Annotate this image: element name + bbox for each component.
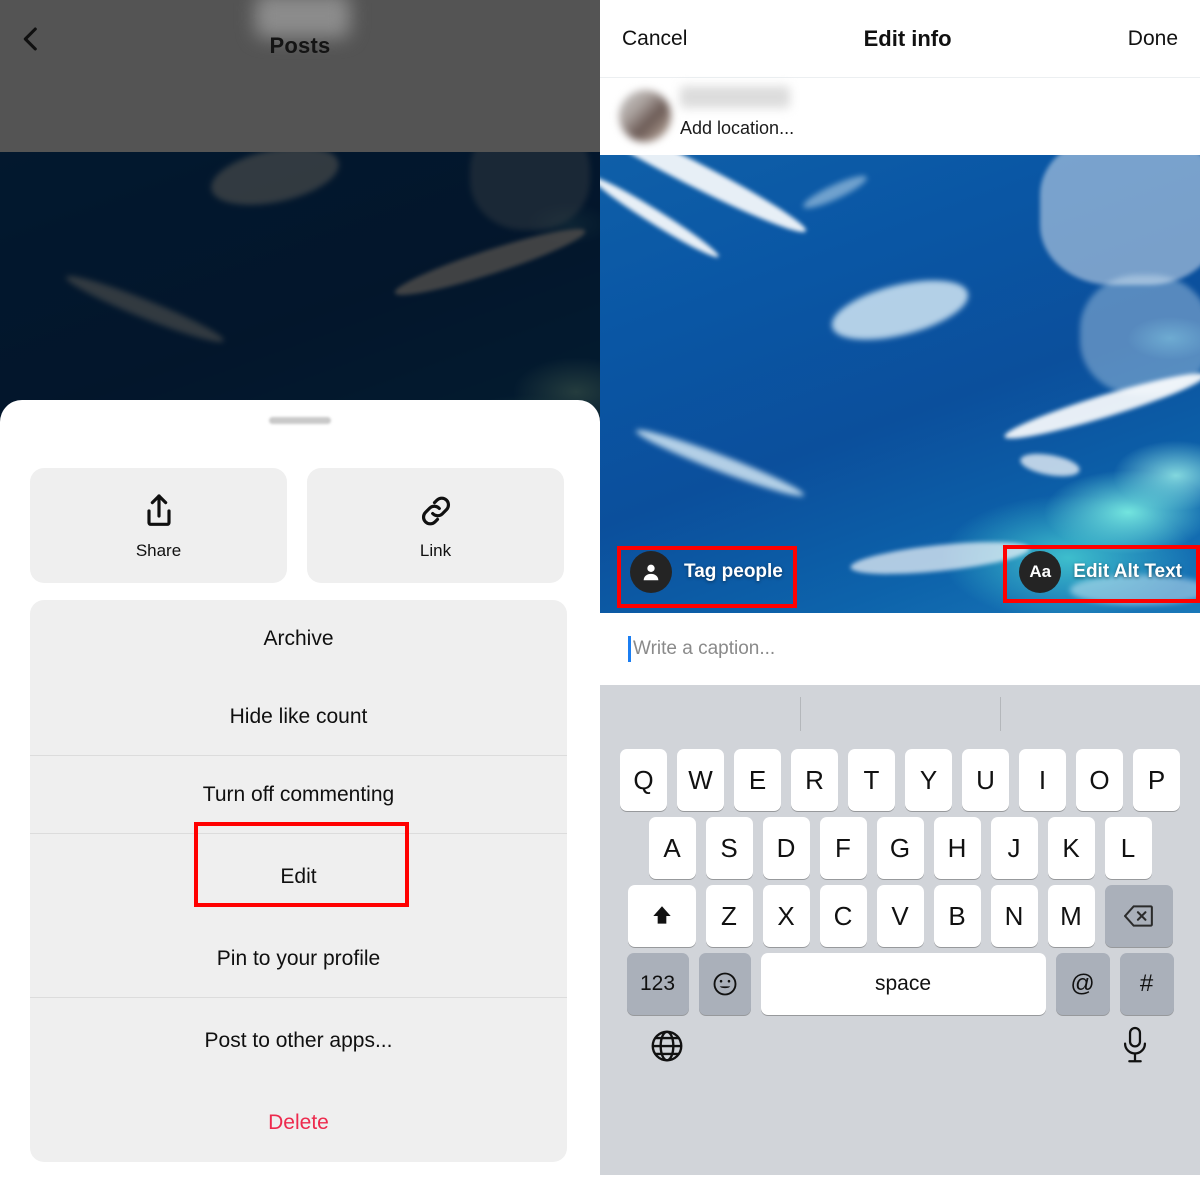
key-s[interactable]: S xyxy=(705,817,753,879)
hash-key[interactable]: # xyxy=(1119,953,1174,1015)
share-button[interactable]: Share xyxy=(30,468,287,583)
on-screen-keyboard: Q W E R T Y U I O P A S D F G H J K L Z … xyxy=(600,685,1200,1175)
keyboard-bottom-bar xyxy=(600,1015,1200,1097)
keyboard-row-1: Q W E R T Y U I O P xyxy=(600,749,1200,811)
key-v[interactable]: V xyxy=(876,885,924,947)
post-photo-satellite xyxy=(600,155,1200,613)
key-e[interactable]: E xyxy=(734,749,781,811)
left-panel-post-options: Posts Share Link Archive Hide like count… xyxy=(0,0,600,1200)
key-t[interactable]: T xyxy=(848,749,895,811)
key-g[interactable]: G xyxy=(876,817,924,879)
edit-alt-text-button[interactable]: Aa Edit Alt Text xyxy=(1019,551,1182,593)
key-l[interactable]: L xyxy=(1104,817,1152,879)
key-q[interactable]: Q xyxy=(620,749,667,811)
done-button[interactable]: Done xyxy=(1128,27,1178,51)
edit-alt-text-label: Edit Alt Text xyxy=(1073,561,1182,582)
key-j[interactable]: J xyxy=(990,817,1038,879)
add-location-button[interactable]: Add location... xyxy=(680,118,794,139)
menu-item-post-to-other-apps[interactable]: Post to other apps... xyxy=(30,998,567,1084)
key-u[interactable]: U xyxy=(962,749,1009,811)
key-x[interactable]: X xyxy=(762,885,810,947)
link-button[interactable]: Link xyxy=(307,468,564,583)
menu-item-pin-to-profile[interactable]: Pin to your profile xyxy=(30,920,567,998)
key-r[interactable]: R xyxy=(791,749,838,811)
key-o[interactable]: O xyxy=(1076,749,1123,811)
link-icon xyxy=(421,496,450,525)
keyboard-row-2: A S D F G H J K L xyxy=(600,817,1200,879)
alt-text-badge: Aa xyxy=(1029,562,1052,581)
cancel-button[interactable]: Cancel xyxy=(622,27,687,51)
right-panel-edit-info: Cancel Edit info Done Add location... Ta… xyxy=(600,0,1200,1200)
key-h[interactable]: H xyxy=(933,817,981,879)
globe-icon[interactable] xyxy=(648,1027,686,1065)
predictive-text-bar xyxy=(600,685,1200,743)
menu-item-edit[interactable]: Edit xyxy=(30,834,567,920)
caption-input[interactable]: Write a caption... xyxy=(600,613,1200,685)
caption-placeholder: Write a caption... xyxy=(633,638,776,659)
key-c[interactable]: C xyxy=(819,885,867,947)
back-chevron-icon[interactable] xyxy=(14,22,48,56)
tag-people-label: Tag people xyxy=(684,561,783,582)
keyboard-row-3: Z X C V B N M xyxy=(600,885,1200,947)
key-m[interactable]: M xyxy=(1047,885,1095,947)
link-button-label: Link xyxy=(419,540,452,560)
post-meta-row: Add location... xyxy=(600,78,1200,155)
key-n[interactable]: N xyxy=(990,885,1038,947)
screenshot-root: Posts Share Link Archive Hide like count… xyxy=(0,0,1200,1200)
edit-info-title: Edit info xyxy=(863,25,952,51)
menu-item-turn-off-commenting[interactable]: Turn off commenting xyxy=(30,756,567,834)
menu-item-delete[interactable]: Delete xyxy=(30,1084,567,1162)
avatar[interactable] xyxy=(619,90,671,142)
key-k[interactable]: K xyxy=(1047,817,1095,879)
sheet-menu-list: Archive Hide like count Turn off comment… xyxy=(30,600,567,1162)
share-icon xyxy=(146,493,171,526)
key-f[interactable]: F xyxy=(819,817,867,879)
person-icon xyxy=(630,551,672,593)
text-cursor xyxy=(628,636,631,662)
share-button-label: Share xyxy=(135,540,182,560)
emoji-icon[interactable] xyxy=(698,953,751,1015)
sheet-drag-handle[interactable] xyxy=(269,417,331,424)
key-b[interactable]: B xyxy=(933,885,981,947)
backspace-icon[interactable] xyxy=(1104,885,1173,947)
page-title: Posts xyxy=(269,33,331,58)
sheet-quick-actions: Share Link xyxy=(30,468,564,583)
key-y[interactable]: Y xyxy=(905,749,952,811)
key-w[interactable]: W xyxy=(677,749,724,811)
key-i[interactable]: I xyxy=(1019,749,1066,811)
space-key[interactable]: space xyxy=(760,953,1046,1015)
username-redacted[interactable] xyxy=(680,86,790,108)
key-a[interactable]: A xyxy=(648,817,696,879)
key-p[interactable]: P xyxy=(1133,749,1180,811)
keyboard-row-4: 123 space @ # xyxy=(600,953,1200,1015)
key-d[interactable]: D xyxy=(762,817,810,879)
microphone-icon[interactable] xyxy=(1118,1025,1152,1065)
alt-text-icon: Aa xyxy=(1019,551,1062,593)
menu-item-hide-like-count[interactable]: Hide like count xyxy=(30,678,567,756)
key-z[interactable]: Z xyxy=(705,885,753,947)
edit-info-header: Cancel Edit info Done xyxy=(600,0,1200,78)
at-key[interactable]: @ xyxy=(1055,953,1110,1015)
shift-icon[interactable] xyxy=(627,885,696,947)
numbers-key[interactable]: 123 xyxy=(626,953,689,1015)
left-header-bar: Posts xyxy=(0,0,600,152)
menu-item-archive[interactable]: Archive xyxy=(30,600,567,678)
tag-people-button[interactable]: Tag people xyxy=(630,551,783,593)
post-options-sheet: Share Link Archive Hide like count Turn … xyxy=(0,400,600,1200)
edit-photo-preview[interactable]: Tag people Aa Edit Alt Text xyxy=(600,155,1200,613)
